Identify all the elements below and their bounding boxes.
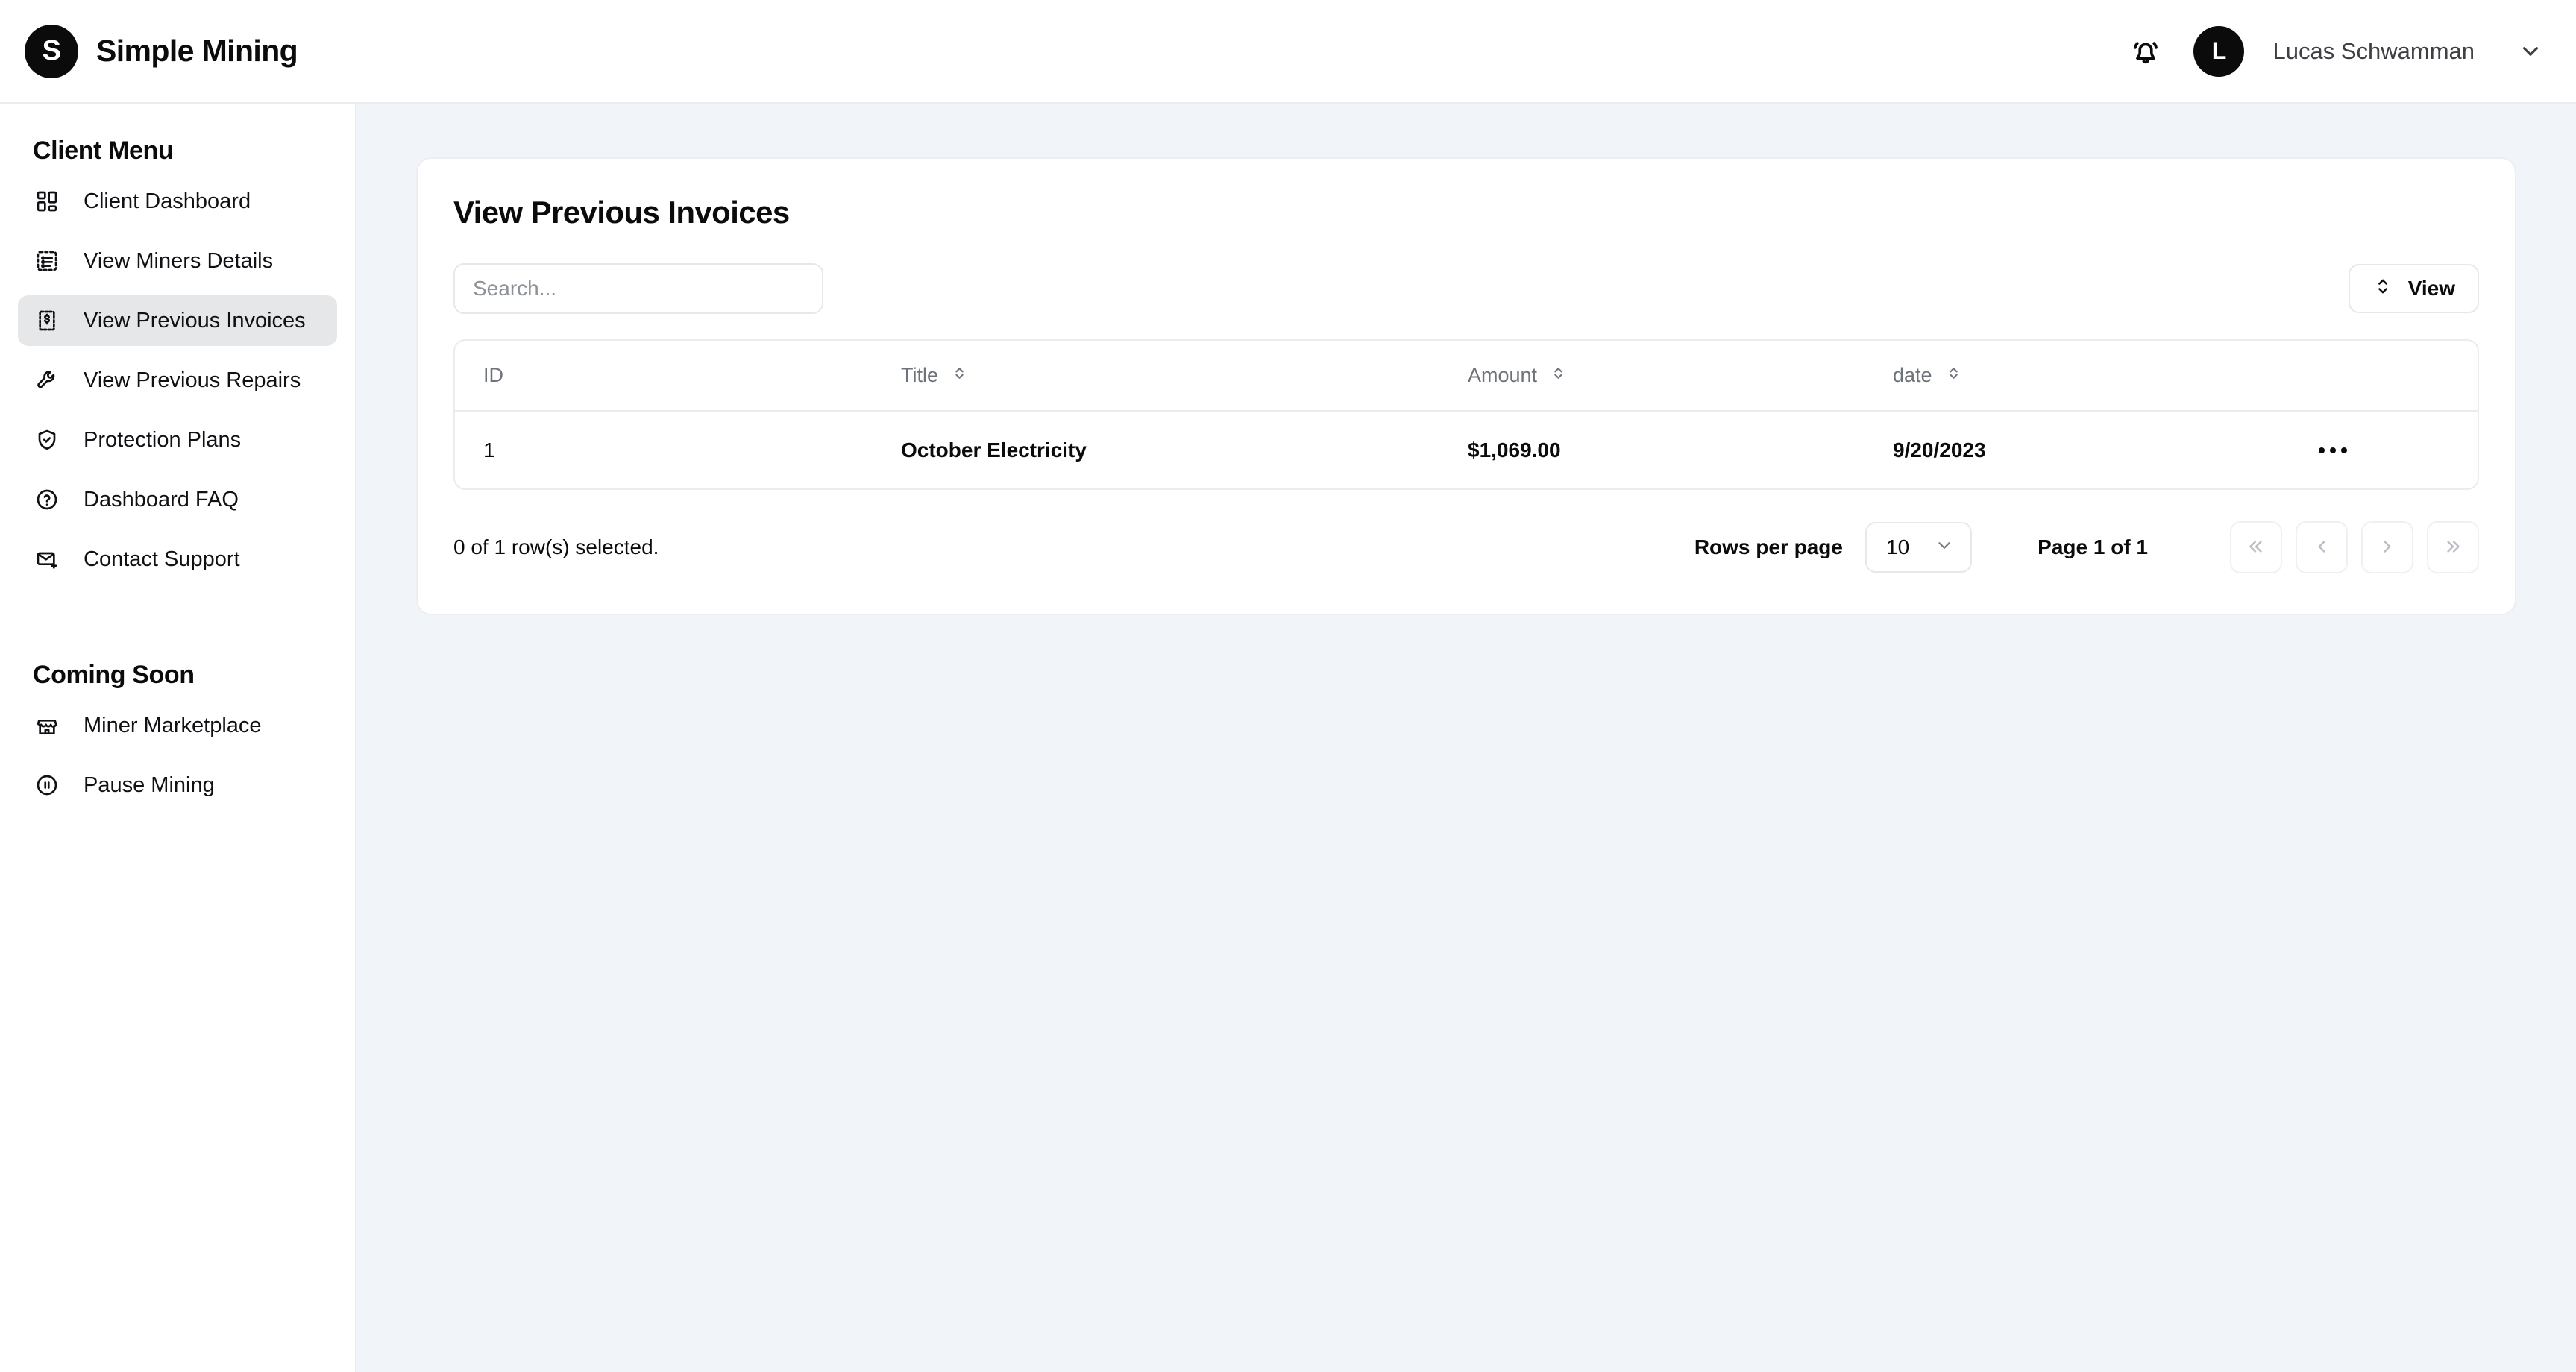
ellipsis-icon [2330, 447, 2336, 453]
sort-icon[interactable] [1549, 364, 1568, 388]
chevron-right-icon [2378, 537, 2397, 558]
chevron-down-icon [1935, 535, 1954, 560]
sidebar-item-label: View Miners Details [84, 248, 274, 273]
column-header-actions [2282, 341, 2478, 412]
sidebar-item-view-previous-invoices[interactable]: View Previous Invoices [18, 295, 337, 346]
row-actions-menu-button[interactable] [2310, 429, 2355, 471]
sidebar-item-contact-support[interactable]: Contact Support [18, 534, 337, 585]
sidebar-item-label: Protection Plans [84, 427, 242, 452]
sidebar-item-pause-mining[interactable]: Pause Mining [18, 760, 337, 811]
sidebar-item-dashboard-faq[interactable]: Dashboard FAQ [18, 474, 337, 525]
sidebar-item-label: Pause Mining [84, 772, 215, 797]
table-toolbar: View [453, 263, 2479, 314]
invoices-table: ID Title Amount date 1 October Electrici… [453, 339, 2479, 490]
chevrons-up-down-icon [2372, 276, 2393, 302]
column-header-title[interactable]: Title [873, 341, 1439, 412]
next-page-button[interactable] [2361, 521, 2413, 573]
view-button-label: View [2407, 277, 2455, 300]
sidebar-item-view-miners-details[interactable]: View Miners Details [18, 236, 337, 286]
previous-page-button[interactable] [2296, 521, 2348, 573]
rows-per-page-value: 10 [1886, 535, 1910, 558]
cell-date: 9/20/2023 [1893, 438, 1986, 462]
cell-title: October Electricity [901, 438, 1087, 462]
table-row[interactable]: 1 October Electricity $1,069.00 9/20/202… [455, 411, 2478, 488]
pagination-controls [2230, 521, 2479, 573]
rows-per-page-label: Rows per page [1694, 535, 1843, 558]
invoices-card: View Previous Invoices View [416, 157, 2516, 615]
store-icon [33, 711, 61, 740]
page-title: View Previous Invoices [453, 195, 790, 230]
sidebar-item-protection-plans[interactable]: Protection Plans [18, 415, 337, 465]
sidebar-item-client-dashboard[interactable]: Client Dashboard [18, 176, 337, 227]
page-indicator: Page 1 of 1 [2038, 535, 2148, 558]
first-page-button[interactable] [2230, 521, 2282, 573]
receipt-dollar-icon [33, 306, 61, 335]
cell-amount: $1,069.00 [1468, 438, 1561, 462]
chevron-down-icon[interactable] [2518, 39, 2543, 64]
sidebar-item-label: Miner Marketplace [84, 713, 262, 737]
last-page-button[interactable] [2427, 521, 2479, 573]
brand[interactable]: S Simple Mining [25, 24, 298, 78]
main-content: View Previous Invoices View [356, 104, 2576, 1372]
avatar[interactable]: L [2193, 25, 2245, 77]
view-columns-button[interactable]: View [2348, 264, 2479, 313]
logo-icon: S [25, 24, 78, 78]
chevrons-left-icon [2246, 537, 2266, 558]
column-header-id: ID [455, 341, 873, 412]
sort-icon[interactable] [950, 364, 969, 388]
sidebar-item-label: Client Dashboard [84, 189, 251, 213]
sidebar-item-label: View Previous Repairs [84, 368, 301, 392]
app-root: S Simple Mining L Lucas Schwamman Client… [0, 0, 2576, 1372]
rows-selected-status: 0 of 1 row(s) selected. [453, 535, 659, 558]
sidebar-item-view-previous-repairs[interactable]: View Previous Repairs [18, 355, 337, 406]
rows-per-page-select[interactable]: 10 [1865, 522, 1973, 573]
table-header-row: ID Title Amount date [455, 341, 2478, 412]
sidebar-item-label: Contact Support [84, 547, 240, 571]
column-header-label: Title [901, 364, 939, 386]
cell-actions [2282, 411, 2478, 488]
table-footer: 0 of 1 row(s) selected. Rows per page 10… [453, 521, 2479, 573]
topbar-actions: L Lucas Schwamman [2125, 25, 2543, 77]
column-header-amount[interactable]: Amount [1439, 341, 1865, 412]
sidebar-item-label: Dashboard FAQ [84, 487, 239, 512]
sidebar-heading-client-menu: Client Menu [33, 136, 174, 165]
sidebar: Client Menu Client Dashboard View Miners… [0, 104, 356, 1372]
column-header-label: date [1893, 364, 1932, 386]
pause-circle-icon [33, 771, 61, 799]
list-details-icon [33, 247, 61, 275]
chevron-left-icon [2312, 537, 2331, 558]
layout-grid-icon [33, 187, 61, 215]
ellipsis-icon [2319, 447, 2325, 453]
mail-plus-icon [33, 545, 61, 573]
shield-check-icon [33, 426, 61, 454]
body: Client Menu Client Dashboard View Miners… [0, 104, 2576, 1372]
table-header: ID Title Amount date [455, 341, 2478, 412]
column-header-date[interactable]: date [1865, 341, 2282, 412]
column-header-label: Amount [1468, 364, 1538, 386]
bell-ringing-icon[interactable] [2125, 31, 2167, 72]
user-name: Lucas Schwamman [2272, 37, 2475, 64]
sidebar-item-label: View Previous Invoices [84, 308, 306, 333]
table-body: 1 October Electricity $1,069.00 9/20/202… [455, 411, 2478, 488]
ellipsis-icon [2341, 447, 2347, 453]
question-circle-icon [33, 485, 61, 514]
wrench-icon [33, 366, 61, 394]
sort-icon[interactable] [1944, 364, 1963, 388]
chevrons-right-icon [2443, 537, 2463, 558]
cell-id: 1 [483, 438, 495, 462]
brand-name: Simple Mining [96, 34, 298, 68]
top-bar: S Simple Mining L Lucas Schwamman [0, 0, 2576, 104]
sidebar-heading-coming-soon: Coming Soon [33, 661, 195, 689]
column-header-label: ID [483, 364, 503, 386]
sidebar-item-miner-marketplace[interactable]: Miner Marketplace [18, 700, 337, 751]
search-input[interactable] [453, 263, 823, 314]
